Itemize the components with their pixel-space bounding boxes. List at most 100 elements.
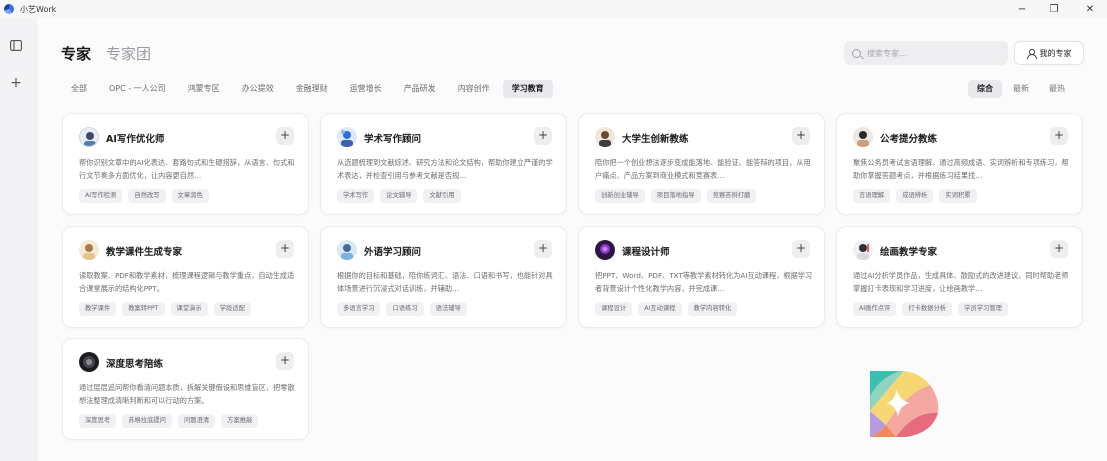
tag-list: 课程设计 AI互动课程 教学内容转化	[595, 302, 743, 316]
ai-writer-avatar	[79, 127, 99, 147]
tag-list: 教学课件 教案转PPT 课堂演示 学段适配	[79, 302, 257, 316]
tag: 打卡数据分析	[902, 302, 953, 316]
deep-thinking-avatar	[79, 352, 99, 372]
expert-card[interactable]: 外语学习顾问 + 根据你的目标和基础，陪你练词汇、语法、口语和书写，也能针对具体…	[320, 226, 567, 328]
expert-card[interactable]: 课程设计师 + 把PPT、Word、PDF、TXT等教学素材转化为AI互动课程，…	[578, 226, 825, 328]
category-growth[interactable]: 运营增长	[341, 80, 391, 98]
brand-logo-icon	[870, 371, 939, 437]
card-description: 通过AI分析学员作品，生成具体、鼓励式的改进建议，同时帮助老师掌握打卡表现和学习…	[853, 271, 1069, 293]
category-finance[interactable]: 金融理财	[287, 80, 337, 98]
sort-hottest[interactable]: 最热	[1040, 80, 1074, 98]
user-icon	[1026, 48, 1037, 59]
tab-experts[interactable]: 专家	[61, 43, 91, 64]
card-description: 通过层层追问帮你看清问题本质，拆解关键假设和思维盲区，把零散想法整理成清晰判断和…	[79, 383, 295, 405]
sort-overall[interactable]: 综合	[968, 80, 1002, 98]
sort-newest[interactable]: 最新	[1004, 80, 1038, 98]
category-opc[interactable]: OPC - 一人公司	[100, 80, 175, 98]
tag: 论文辅导	[380, 189, 418, 203]
add-expert-button[interactable]: +	[534, 240, 552, 258]
academic-avatar	[337, 127, 357, 147]
category-all[interactable]: 全部	[62, 80, 96, 98]
close-icon[interactable]: ✕	[1078, 0, 1102, 18]
tag: 学术写作	[337, 189, 375, 203]
my-experts-button[interactable]: 我的专家	[1014, 41, 1084, 65]
main-panel: 专家 专家团 我的专家 全部 OPC - 一人公司 鸿蒙专区 办公提效 金融理财…	[38, 18, 1107, 461]
search-box[interactable]	[844, 41, 1008, 65]
category-office[interactable]: 办公提效	[233, 80, 283, 98]
tag: 课程设计	[595, 302, 633, 316]
tag-list: 深度思考 苏格拉底提问 问题澄清 方案推敲	[79, 414, 264, 428]
add-expert-button[interactable]: +	[792, 127, 810, 145]
expert-card[interactable]: 公考提分教练 + 聚焦公务员考试言语理解，通过高频成语、实词辨析和专项练习，帮助…	[836, 113, 1083, 215]
tag: 学段适配	[213, 302, 251, 316]
card-title: 学术写作顾问	[364, 134, 422, 145]
expert-card[interactable]: 绘画教学专家 + 通过AI分析学员作品，生成具体、鼓励式的改进建议，同时帮助老师…	[836, 226, 1083, 328]
card-description: 从选题梳理到文献综述、研究方法和论文结构，帮助你建立严谨的学术表达，并检查引用与…	[337, 158, 553, 180]
app-logo-icon	[4, 4, 14, 14]
add-expert-button[interactable]: +	[792, 240, 810, 258]
add-expert-button[interactable]: +	[1050, 127, 1068, 145]
card-description: 帮你识别文章中的AI化表达、套路句式和生硬措辞，从语言、句式和行文节奏多方面优化…	[79, 158, 295, 180]
add-expert-button[interactable]: +	[276, 127, 294, 145]
tag: 口语练习	[386, 302, 424, 316]
tag: AI写作检测	[79, 189, 123, 203]
tag: 课堂演示	[170, 302, 208, 316]
new-chat-plus-icon[interactable]: +	[7, 74, 25, 92]
tag: AI互动课程	[638, 302, 682, 316]
minimize-icon[interactable]: −	[1010, 0, 1034, 18]
card-title: 教学课件生成专家	[106, 247, 183, 258]
left-rail: +	[0, 18, 32, 461]
tag: 苏格拉底提问	[122, 414, 172, 428]
my-experts-label: 我的专家	[1039, 48, 1072, 58]
card-title: 大学生创新教练	[622, 134, 689, 145]
card-title: 深度思考陪练	[106, 359, 164, 370]
add-expert-button[interactable]: +	[276, 352, 294, 370]
course-designer-avatar	[595, 240, 615, 260]
category-education[interactable]: 学习教育	[502, 80, 553, 98]
tag-list: AI画作点评 打卡数据分析 学员学习管理	[853, 302, 1014, 316]
category-content[interactable]: 内容创作	[449, 80, 499, 98]
category-product[interactable]: 产品研发	[395, 80, 445, 98]
tag-list: AI写作检测 自然改写 文章润色	[79, 189, 215, 203]
card-title: 课程设计师	[622, 247, 670, 258]
expert-card[interactable]: 学术写作顾问 + 从选题梳理到文献综述、研究方法和论文结构，帮助你建立严谨的学术…	[320, 113, 567, 215]
tag-list: 学术写作 论文辅导 文献引用	[337, 189, 467, 203]
tag: AI画作点评	[853, 302, 897, 316]
tag: 学员学习管理	[958, 302, 1008, 316]
expert-card[interactable]: AI写作优化师 + 帮你识别文章中的AI化表达、套路句式和生硬措辞，从语言、句式…	[62, 113, 309, 215]
tag: 方案推敲	[221, 414, 259, 428]
app-title: 小艺Work	[20, 4, 57, 14]
expert-card[interactable]: 深度思考陪练 + 通过层层追问帮你看清问题本质，拆解关键假设和思维盲区，把零散想…	[62, 338, 309, 440]
expert-card[interactable]: 大学生创新教练 + 陪你把一个创业想法逐步变成能落地、能验证、能答辩的项目，从用…	[578, 113, 825, 215]
tag: 言语理解	[853, 189, 891, 203]
tag-list: 创新创业辅导 项目落地指导 竞赛答辩打磨	[595, 189, 762, 203]
card-title: AI写作优化师	[106, 134, 165, 145]
tag: 教学内容转化	[687, 302, 738, 316]
tag: 语法辅导	[429, 302, 467, 316]
tag: 竞赛答辩打磨	[706, 189, 757, 203]
add-expert-button[interactable]: +	[276, 240, 294, 258]
card-description: 读取教案、PDF和教学素材，梳理课程逻辑与教学重点，自动生成适合课堂展示的结构化…	[79, 271, 295, 293]
courseware-avatar	[79, 240, 99, 260]
card-description: 聚焦公务员考试言语理解，通过高频成语、实词辨析和专项练习，帮助你掌握答题考点，并…	[853, 158, 1069, 180]
category-harmony[interactable]: 鸿蒙专区	[179, 80, 229, 98]
painting-avatar	[853, 240, 873, 260]
tag: 问题澄清	[177, 414, 216, 428]
tag: 成语辨析	[896, 189, 934, 203]
tag-list: 言语理解 成语辨析 实词积累	[853, 189, 983, 203]
card-title: 绘画教学专家	[880, 247, 938, 258]
add-expert-button[interactable]: +	[1050, 240, 1068, 258]
category-bar: 全部 OPC - 一人公司 鸿蒙专区 办公提效 金融理财 运营增长 产品研发 内…	[62, 80, 557, 98]
search-input[interactable]	[867, 48, 997, 58]
tag: 多语言学习	[337, 302, 381, 316]
sidebar-toggle-icon[interactable]	[7, 36, 25, 54]
tab-expert-teams[interactable]: 专家团	[106, 43, 151, 64]
card-title: 外语学习顾问	[364, 247, 422, 258]
tag: 教学课件	[79, 302, 117, 316]
expert-card[interactable]: 教学课件生成专家 + 读取教案、PDF和教学素材，梳理课程逻辑与教学重点，自动生…	[62, 226, 309, 328]
card-title: 公考提分教练	[880, 134, 938, 145]
restore-icon[interactable]: ❐	[1042, 0, 1066, 18]
search-icon	[852, 48, 861, 58]
add-expert-button[interactable]: +	[534, 127, 552, 145]
innovation-coach-avatar	[595, 127, 615, 147]
